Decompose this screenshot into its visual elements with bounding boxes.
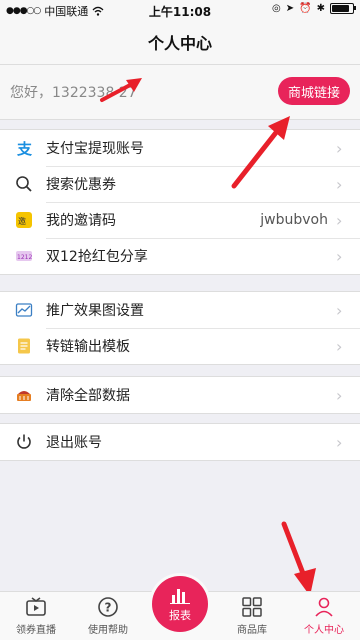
status-bar: ●●●○○ 中国联通 上午11:08 ◎ ➤ ⏰ ✱ (0, 0, 360, 20)
menu-item-label: 推广效果图设置 (46, 303, 144, 319)
tab-label: 个人中心 (304, 625, 344, 636)
live-tv-icon (24, 595, 48, 619)
clear-data-icon (14, 385, 34, 405)
menu-item-search-coupon[interactable]: 搜索优惠券 › (0, 166, 360, 202)
chevron-right-icon: › (336, 246, 343, 266)
template-icon (14, 336, 34, 356)
menu-item-label: 转链输出模板 (46, 339, 130, 355)
search-icon (14, 174, 34, 194)
report-chart-icon (170, 586, 190, 607)
help-icon: ? (96, 595, 120, 619)
invite-code-value: jwbubvoh (260, 212, 328, 228)
menu-item-label: 我的邀请码 (46, 213, 116, 229)
tab-live-coupons[interactable]: 领券直播 (0, 592, 72, 640)
page-title: 个人中心 (147, 34, 212, 53)
chevron-right-icon: › (336, 210, 343, 230)
power-icon (14, 432, 34, 452)
svg-text:邀: 邀 (18, 216, 26, 226)
location-icon: ➤ (285, 3, 295, 14)
battery-icon (330, 3, 356, 14)
menu-item-label: 支付宝提现账号 (46, 141, 144, 157)
menu-item-link-template[interactable]: 转链输出模板 › (0, 328, 360, 364)
alipay-icon: 支 (14, 138, 34, 158)
menu-item-alipay-account[interactable]: 支 支付宝提现账号 › (0, 130, 360, 166)
svg-text:支: 支 (16, 140, 33, 157)
tab-label: 领券直播 (16, 625, 56, 636)
menu-item-logout[interactable]: 退出账号 › (0, 424, 360, 460)
chevron-right-icon: › (336, 336, 343, 356)
chevron-right-icon: › (336, 138, 343, 158)
menu-item-clear-data[interactable]: 清除全部数据 › (0, 377, 360, 413)
user-icon (312, 595, 336, 619)
menu-item-label: 双12抢红包分享 (46, 249, 148, 265)
menu-group-settings: 推广效果图设置 › 转链输出模板 › (0, 291, 360, 365)
tab-personal-center[interactable]: 个人中心 (288, 592, 360, 640)
tab-help[interactable]: ? 使用帮助 (72, 592, 144, 640)
alarm-icon: ⏰ (299, 3, 312, 14)
rotation-lock-icon: ◎ (272, 3, 281, 14)
menu-group-logout: 退出账号 › (0, 423, 360, 461)
menu-item-double12-share[interactable]: 1212 双12抢红包分享 › (0, 238, 360, 274)
chevron-right-icon: › (336, 385, 343, 405)
tab-product-library[interactable]: 商品库 (216, 592, 288, 640)
chart-image-icon (14, 300, 34, 320)
battery-fill (332, 5, 349, 12)
grid-icon (240, 595, 264, 619)
user-greeting: 您好，1322338 27 (10, 85, 137, 101)
mall-link-button[interactable]: 商城链接 (277, 77, 350, 105)
report-button[interactable]: 报表 (152, 576, 208, 632)
menu-item-promo-image-settings[interactable]: 推广效果图设置 › (0, 292, 360, 328)
menu-item-invite-code[interactable]: 邀 我的邀请码 jwbubvoh › (0, 202, 360, 238)
user-info-bar: 您好，1322338 27 商城链接 (0, 65, 360, 120)
nav-bar: 个人中心 (0, 20, 360, 65)
menu-group-account: 支 支付宝提现账号 › 搜索优惠券 › 邀 我的邀请码 jwbubvoh › 1… (0, 129, 360, 275)
menu-item-label: 搜索优惠券 (46, 177, 116, 193)
tab-label: 商品库 (237, 625, 267, 636)
invite-icon: 邀 (14, 210, 34, 230)
tab-label: 使用帮助 (88, 625, 128, 636)
chevron-right-icon: › (336, 174, 343, 194)
svg-text:1212: 1212 (17, 254, 32, 261)
menu-item-label: 退出账号 (46, 435, 102, 451)
bluetooth-icon: ✱ (316, 3, 325, 14)
chevron-right-icon: › (336, 432, 343, 452)
menu-item-label: 清除全部数据 (46, 388, 130, 404)
report-button-label: 报表 (169, 608, 191, 622)
share-icon: 1212 (14, 246, 34, 266)
chevron-right-icon: › (336, 300, 343, 320)
annotation-arrow-icon (281, 521, 316, 596)
menu-group-data: 清除全部数据 › (0, 376, 360, 414)
svg-text:?: ? (105, 601, 112, 615)
